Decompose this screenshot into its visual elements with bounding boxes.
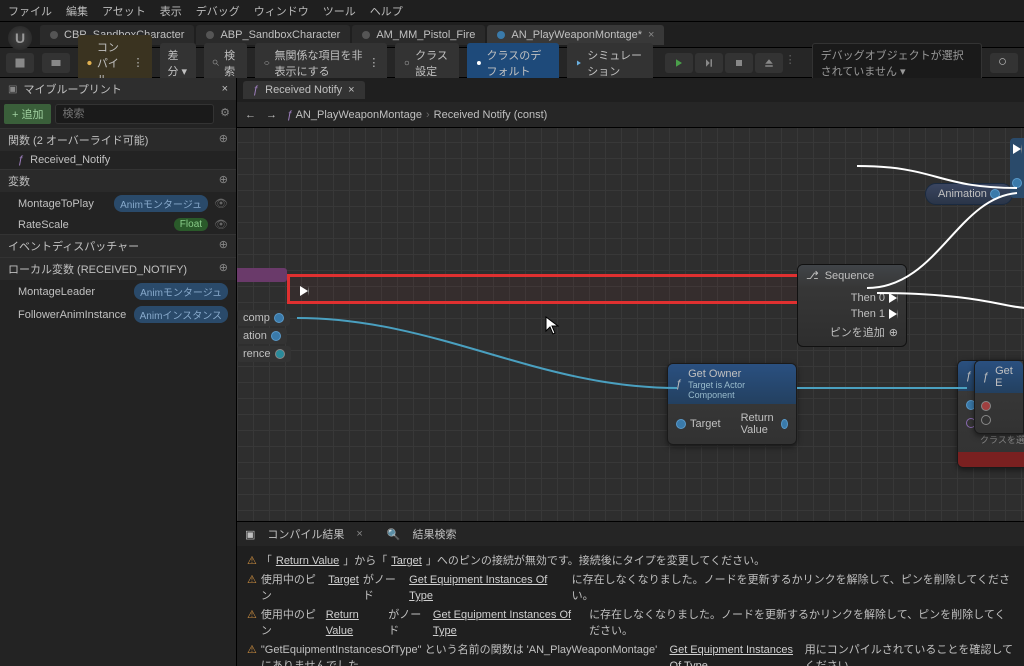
class-settings-button[interactable]: クラス設定	[395, 43, 458, 83]
pin-stub[interactable]: ation	[237, 328, 287, 344]
node-stub[interactable]	[237, 268, 287, 282]
menu-bar: ファイル 編集 アセット 表示 デバッグ ウィンドウ ツール ヘルプ	[0, 0, 1024, 22]
section-locals[interactable]: ローカル変数 (RECEIVED_NOTIFY)⊕	[0, 257, 236, 280]
sequence-node[interactable]: ⎇Sequence Then 0 Then 1 ピンを追加⊕	[797, 264, 907, 347]
local-var-row[interactable]: FollowerAnimInstanceAnimインスタンス	[0, 303, 236, 326]
section-dispatchers[interactable]: イベントディスパッチャー⊕	[0, 234, 236, 257]
exec-pin-icon[interactable]	[300, 286, 309, 296]
nav-back-icon[interactable]: ←	[245, 109, 256, 121]
close-icon[interactable]: ×	[222, 83, 228, 95]
gear-icon[interactable]: ⚙	[218, 104, 232, 124]
save-button[interactable]	[6, 53, 34, 73]
search-button[interactable]: 検索	[204, 43, 247, 83]
branch-icon: ⎇	[806, 269, 819, 282]
graph-canvas[interactable]: ƒReceived Notify× ← → ƒ AN_PlayWeaponMon…	[237, 78, 1024, 666]
close-icon[interactable]: ×	[356, 528, 362, 540]
graph-toolbar: ← → ƒ AN_PlayWeaponMontage›Received Noti…	[237, 102, 1024, 128]
function-icon: ƒ	[676, 378, 682, 390]
compile-results-tab[interactable]: コンパイル結果	[267, 526, 344, 542]
menu-edit[interactable]: 編集	[66, 3, 88, 19]
eye-icon[interactable]: 👁	[214, 197, 228, 210]
local-var-row[interactable]: MontageLeaderAnimモンタージュ	[0, 280, 236, 303]
debug-object-select[interactable]: デバッグオブジェクトが選択されていません ▾	[812, 43, 982, 83]
menu-window[interactable]: ウィンドウ	[254, 3, 309, 19]
compiler-log[interactable]: ⚠「Return Value」から「Target」へのピンの接続が無効です。接続…	[237, 546, 1024, 666]
results-search-tab[interactable]: 結果検索	[413, 526, 457, 542]
function-item[interactable]: ƒReceived_Notify	[0, 151, 236, 169]
menu-file[interactable]: ファイル	[8, 3, 52, 19]
hide-unrelated-button[interactable]: 無関係な項目を非表示にする⋮	[255, 43, 387, 83]
variable-row[interactable]: RateScaleFloat👁	[0, 215, 236, 234]
pin-stub[interactable]: comp	[237, 310, 290, 326]
close-icon[interactable]: ×	[348, 84, 354, 96]
error-badge: ERROR!	[958, 452, 1024, 467]
section-variables[interactable]: 変数⊕	[0, 169, 236, 192]
class-defaults-button[interactable]: クラスのデフォルト	[467, 43, 560, 83]
play-button[interactable]	[665, 53, 693, 73]
panel-icon: ▣	[8, 82, 17, 97]
menu-tools[interactable]: ツール	[323, 3, 356, 19]
asset-tab-3[interactable]: AN_PlayWeaponMontage*×	[487, 25, 664, 45]
menu-debug[interactable]: デバッグ	[196, 3, 240, 19]
asset-tab-2[interactable]: AM_MM_Pistol_Fire	[352, 25, 485, 45]
add-button[interactable]: + 追加	[4, 104, 51, 124]
variable-row[interactable]: MontageToPlayAnimモンタージュ👁	[0, 192, 236, 215]
highlight-box	[287, 274, 867, 304]
menu-asset[interactable]: アセット	[102, 3, 146, 19]
node-stub[interactable]: ƒGet E	[974, 360, 1024, 434]
panel-icon: ▣	[245, 528, 255, 541]
find-button[interactable]	[990, 53, 1018, 73]
simulation-button[interactable]: シミュレーション	[567, 43, 652, 83]
my-blueprint-panel: ▣ マイブループリント × + 追加 ⚙ 関数 (2 オーバーライド可能)⊕ ƒRe…	[0, 78, 237, 666]
nav-fwd-icon[interactable]: →	[266, 109, 277, 121]
breadcrumb[interactable]: ƒ AN_PlayWeaponMontage›Received Notify (…	[287, 109, 547, 121]
menu-view[interactable]: 表示	[160, 3, 182, 19]
close-icon[interactable]: ×	[648, 29, 654, 41]
cursor-icon	[545, 316, 559, 336]
section-functions[interactable]: 関数 (2 オーバーライド可能)⊕	[0, 128, 236, 151]
get-owner-node[interactable]: ƒGet OwnerTarget is Actor Component Targ…	[667, 363, 797, 445]
animation-node[interactable]: Animation	[925, 183, 1013, 205]
search-icon: 🔍	[387, 528, 401, 541]
search-input[interactable]	[55, 104, 214, 124]
editor-toolbar: コンパイル⋮ 差分 ▾ 検索 無関係な項目を非表示にする⋮ クラス設定 クラスの…	[0, 48, 1024, 78]
eject-button[interactable]	[755, 53, 783, 73]
menu-help[interactable]: ヘルプ	[370, 3, 403, 19]
pin-stub[interactable]: rence	[237, 346, 291, 362]
stop-button[interactable]	[725, 53, 753, 73]
diff-button[interactable]: 差分 ▾	[160, 43, 196, 83]
panel-title: マイブループリント	[23, 81, 121, 97]
browse-button[interactable]	[42, 53, 70, 73]
node-stub[interactable]	[1010, 138, 1024, 198]
skip-button[interactable]	[695, 53, 723, 73]
asset-tab-1[interactable]: ABP_SandboxCharacter	[196, 25, 350, 45]
compiler-results-panel: ▣ コンパイル結果 × 🔍 結果検索 ⚠「Return Value」から「Tar…	[237, 521, 1024, 666]
graph-tab[interactable]: ƒReceived Notify×	[243, 81, 365, 99]
function-icon: ƒ	[966, 370, 972, 382]
eye-icon[interactable]: 👁	[214, 218, 228, 231]
unreal-logo-icon: U	[8, 26, 32, 50]
